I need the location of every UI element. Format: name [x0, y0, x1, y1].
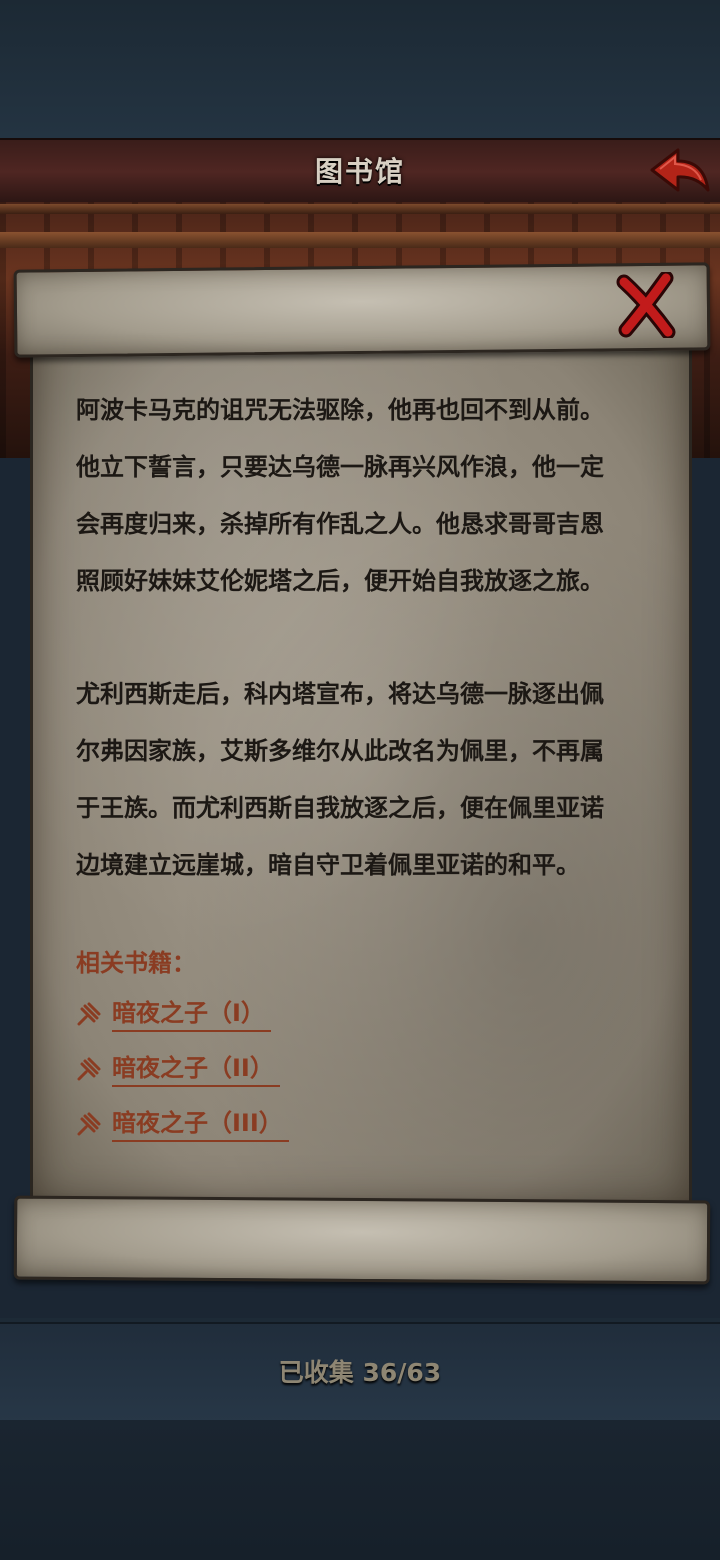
quill-icon — [77, 1002, 101, 1026]
text-line: 尤利西斯走后，科内塔宣布，将达乌德一脉逐出佩 — [76, 680, 604, 708]
collection-count: 已收集 36/63 — [278, 1358, 442, 1387]
text-line: 于王族。而尤利西斯自我放逐之后，便在佩里亚诺 — [76, 794, 604, 822]
page-title: 图书馆 — [314, 155, 405, 188]
related-book-title: 暗夜之子（III） — [112, 1106, 289, 1142]
background-bottom — [0, 1420, 720, 1560]
text-line: 边境建立远崖城，暗自守卫着佩里亚诺的和平。 — [76, 851, 580, 879]
scroll-top-roll — [13, 262, 711, 358]
ceiling-beam — [0, 204, 720, 214]
ceiling-beam — [0, 232, 720, 248]
text-line: 他立下誓言，只要达乌德一脉再兴风作浪，他一定 — [76, 453, 604, 481]
related-book-title: 暗夜之子（I） — [112, 996, 271, 1032]
text-line: 会再度归来，杀掉所有作乱之人。他恳求哥哥吉恩 — [76, 510, 604, 538]
background-top — [0, 0, 720, 140]
quill-icon — [77, 1057, 101, 1081]
quill-icon — [77, 1112, 101, 1136]
collection-bar: 已收集 36/63 — [0, 1322, 720, 1422]
related-book-link-3[interactable]: 暗夜之子（III） — [76, 1100, 289, 1148]
back-arrow-icon[interactable] — [648, 146, 712, 198]
related-book-link-2[interactable]: 暗夜之子（II） — [76, 1045, 280, 1093]
related-book-title: 暗夜之子（II） — [112, 1051, 280, 1087]
book-text[interactable]: 阿波卡马克的诅咒无法驱除，他再也回不到从前。 他立下誓言，只要达乌德一脉再兴风作… — [76, 352, 654, 1192]
related-books-title: 相关书籍： — [76, 949, 196, 977]
text-line: 照顾好妹妹艾伦妮塔之后，便开始自我放逐之旅。 — [76, 567, 604, 595]
text-line: 尔弗因家族，艾斯多维尔从此改名为佩里，不再属 — [76, 737, 604, 765]
scroll-bottom-roll — [13, 1195, 711, 1285]
text-line: 阿波卡马克的诅咒无法驱除，他再也回不到从前。 — [76, 396, 604, 424]
close-x-icon — [616, 270, 676, 340]
related-book-link-1[interactable]: 暗夜之子（I） — [76, 990, 271, 1038]
title-bar: 图书馆 — [0, 138, 720, 206]
close-button[interactable] — [616, 270, 676, 340]
